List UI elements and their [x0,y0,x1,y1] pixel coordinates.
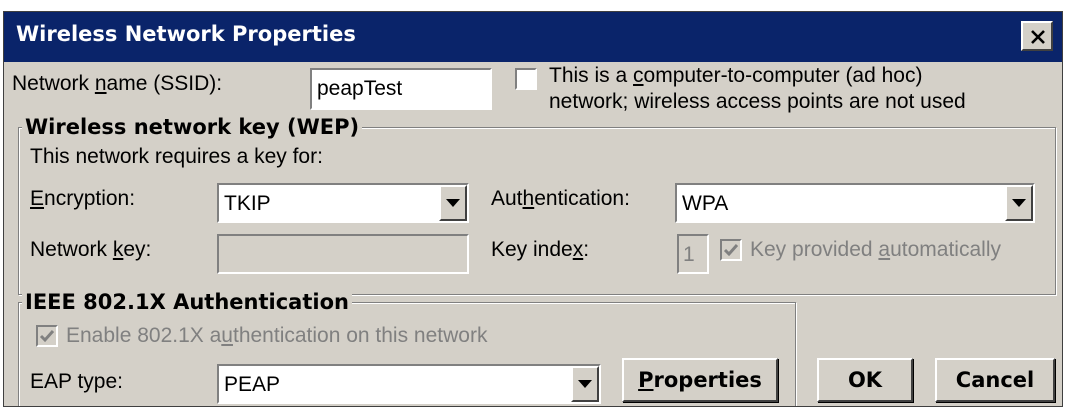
encryption-value: TKIP [224,192,271,215]
dialog-window: Wireless Network Properties Network name… [3,11,1063,407]
cancel-button-label: Cancel [955,368,1035,392]
chevron-down-icon [578,380,592,388]
authentication-dropdown-button[interactable] [1005,185,1033,221]
close-icon [1031,30,1045,44]
key-index-value: 1 [683,243,695,266]
ok-button[interactable]: OK [817,358,913,402]
enable-8021x-label: Enable 802.1X authentication on this net… [66,324,488,347]
ssid-label: Network name (SSID): [12,72,223,95]
check-icon [39,330,55,343]
key-index-input[interactable]: 1 [677,234,709,274]
chevron-down-icon [1012,199,1026,207]
eap-type-value: PEAP [224,373,281,396]
key-auto-checkbox[interactable] [720,239,742,261]
authentication-select[interactable]: WPA [675,183,1035,223]
eap-type-label: EAP type: [30,370,124,393]
enable-8021x-checkbox[interactable] [36,325,58,347]
chevron-down-icon [446,199,460,207]
ok-button-label: OK [847,368,883,392]
ssid-input[interactable]: peapTest [310,68,492,110]
adhoc-checkbox[interactable] [515,68,537,90]
adhoc-label-line2: network; wireless access points are not … [549,90,966,113]
window-title: Wireless Network Properties [16,22,356,46]
encryption-dropdown-button[interactable] [439,185,467,221]
ssid-value: peapTest [317,77,403,100]
title-bar[interactable]: Wireless Network Properties [4,12,1062,62]
key-auto-label: Key provided automatically [750,238,1001,261]
network-key-label: Network key: [30,238,152,261]
network-key-input[interactable] [217,234,469,274]
encryption-select[interactable]: TKIP [217,183,469,223]
wep-group-title: Wireless network key (WEP) [22,115,363,139]
check-icon [723,244,739,257]
eap-type-dropdown-button[interactable] [571,366,599,402]
adhoc-label-line1: This is a computer-to-computer (ad hoc) [549,64,923,87]
ieee-group-title: IEEE 802.1X Authentication [22,290,352,314]
properties-button-label: Properties [638,368,762,392]
authentication-value: WPA [682,192,729,215]
requires-key-label: This network requires a key for: [30,145,323,168]
key-index-label: Key index: [491,238,590,261]
close-button[interactable] [1021,21,1053,51]
properties-button[interactable]: Properties [622,358,778,402]
cancel-button[interactable]: Cancel [935,358,1055,402]
eap-type-select[interactable]: PEAP [217,364,601,404]
encryption-label: Encryption: [30,187,136,210]
authentication-label: Authentication: [491,187,630,210]
